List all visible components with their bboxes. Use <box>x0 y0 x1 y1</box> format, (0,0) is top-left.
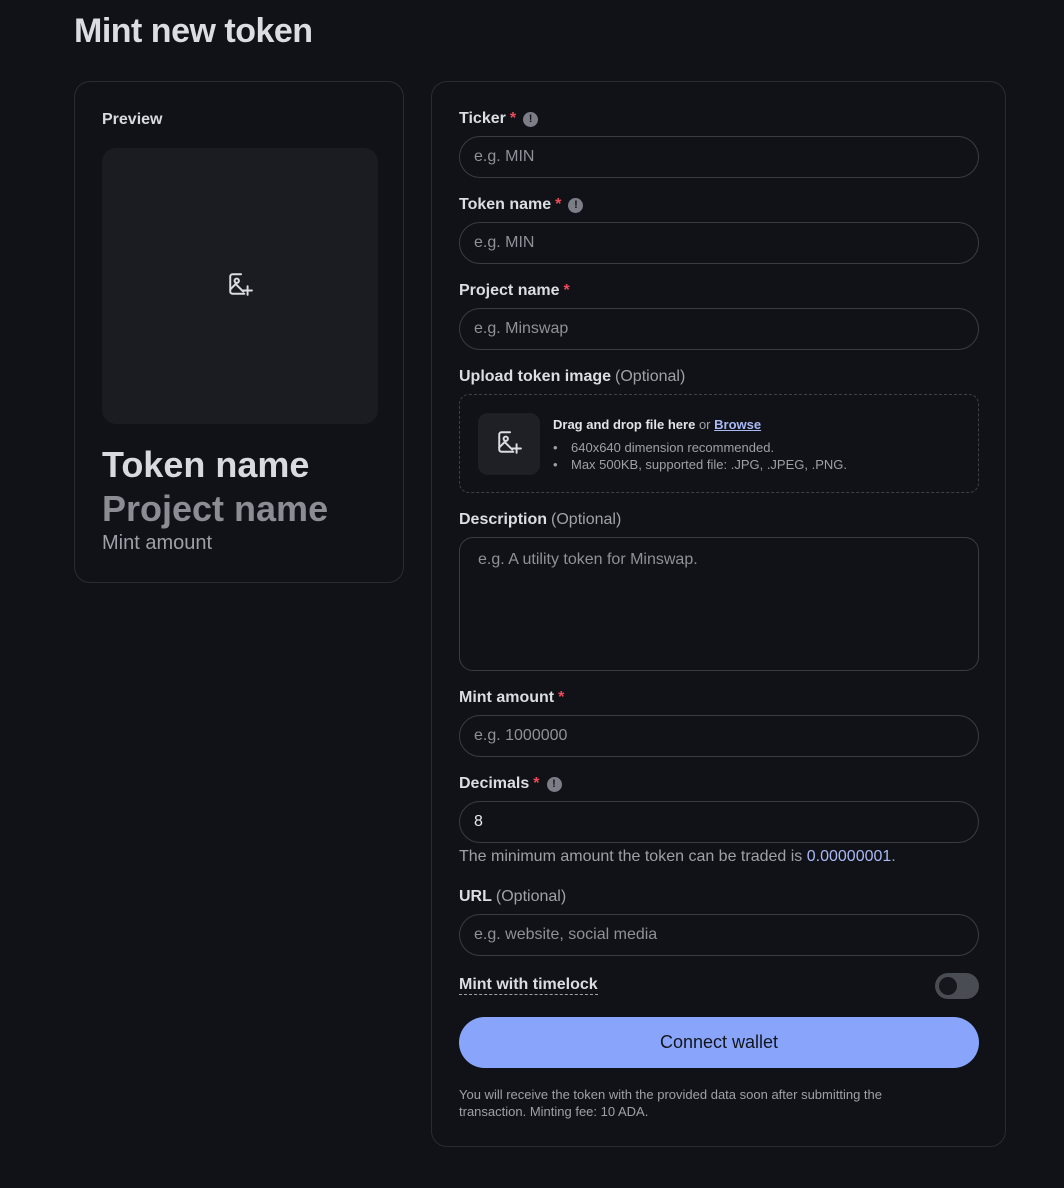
description-textarea[interactable] <box>459 537 979 671</box>
required-asterisk: * <box>555 196 562 213</box>
dropzone-title-text: Drag and drop file here <box>553 417 696 432</box>
preview-project-name: Project name <box>102 488 329 529</box>
upload-label-text: Upload token image <box>459 368 612 385</box>
helper-prefix: The minimum amount the token can be trad… <box>459 848 803 865</box>
mint-amount-label-text: Mint amount <box>459 689 555 706</box>
decimals-label: Decimals * ! <box>459 775 562 793</box>
upload-hints: 640x640 dimension recommended. Max 500KB… <box>553 439 847 473</box>
decimals-label-text: Decimals <box>459 775 530 792</box>
project-name-label: Project name * <box>459 282 570 300</box>
mint-form: Ticker * ! Token name * ! Project name *… <box>431 81 1006 1147</box>
project-name-label-text: Project name <box>459 282 560 299</box>
helper-min-value: 0.00000001 <box>806 848 892 865</box>
browse-link[interactable]: Browse <box>714 417 761 432</box>
upload-label: Upload token image (Optional) <box>459 368 685 386</box>
project-name-input[interactable] <box>459 308 979 350</box>
upload-hint: Max 500KB, supported file: .JPG, .JPEG, … <box>553 456 847 473</box>
preview-image-placeholder <box>102 148 378 424</box>
upload-icon-box <box>478 413 540 475</box>
dropzone-or: or <box>698 417 711 432</box>
required-asterisk: * <box>563 282 570 299</box>
optional-tag: (Optional) <box>615 368 686 385</box>
decimals-helper-text: The minimum amount the token can be trad… <box>459 848 896 866</box>
url-label-text: URL <box>459 888 492 905</box>
description-label: Description (Optional) <box>459 511 621 529</box>
preview-mint-amount: Mint amount <box>102 532 213 554</box>
info-icon[interactable]: ! <box>568 197 584 213</box>
helper-suffix: . <box>891 848 896 865</box>
required-asterisk: * <box>509 110 517 127</box>
preview-label: Preview <box>102 111 163 128</box>
minting-footnote: You will receive the token with the prov… <box>459 1087 882 1119</box>
token-name-input[interactable] <box>459 222 979 264</box>
timelock-label[interactable]: Mint with timelock <box>459 976 598 995</box>
image-plus-icon <box>227 271 253 302</box>
timelock-toggle[interactable] <box>935 973 979 999</box>
optional-tag: (Optional) <box>495 888 567 905</box>
url-label: URL (Optional) <box>459 888 566 906</box>
dropzone-title: Drag and drop file here or Browse <box>553 417 761 432</box>
token-name-label-text: Token name <box>459 196 552 213</box>
connect-wallet-button[interactable]: Connect wallet <box>459 1017 979 1068</box>
description-label-text: Description <box>459 511 548 528</box>
required-asterisk: * <box>558 689 565 706</box>
ticker-input[interactable] <box>459 136 979 178</box>
image-plus-icon <box>496 429 522 460</box>
mint-amount-input[interactable] <box>459 715 979 757</box>
optional-tag: (Optional) <box>551 511 622 528</box>
ticker-label: Ticker * ! <box>459 110 539 128</box>
url-input[interactable] <box>459 914 979 956</box>
info-icon[interactable]: ! <box>523 111 539 127</box>
preview-token-name: Token name <box>102 444 310 485</box>
image-dropzone[interactable]: Drag and drop file here or Browse 640x64… <box>459 394 979 493</box>
page-title: Mint new token <box>74 12 313 50</box>
upload-hint: 640x640 dimension recommended. <box>553 439 847 456</box>
required-asterisk: * <box>533 775 540 792</box>
preview-card: Preview Token name Project name Mint amo… <box>74 81 404 583</box>
decimals-input[interactable] <box>459 801 979 843</box>
toggle-knob <box>939 977 957 995</box>
mint-amount-label: Mint amount * <box>459 689 564 707</box>
ticker-label-text: Ticker <box>459 110 506 127</box>
info-icon[interactable]: ! <box>546 776 562 792</box>
token-name-label: Token name * ! <box>459 196 584 214</box>
